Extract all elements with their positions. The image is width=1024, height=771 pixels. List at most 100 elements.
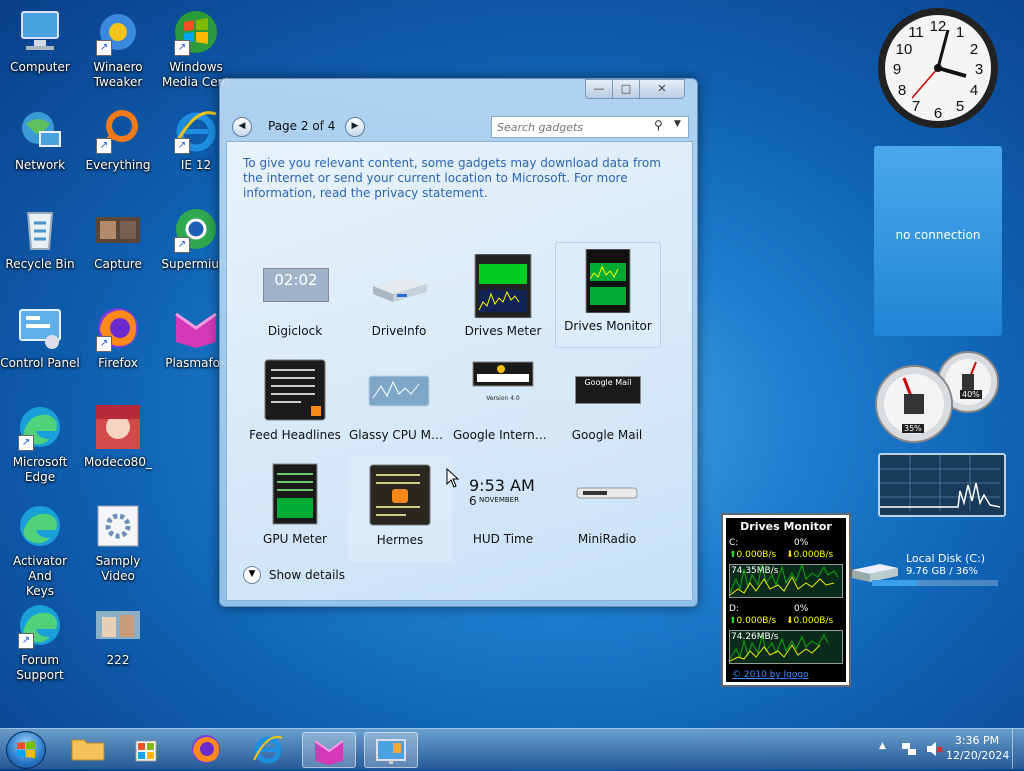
hud-time-text: 9:53 AM <box>469 476 535 495</box>
previous-page-button[interactable]: ◀ <box>232 117 252 137</box>
search-dropdown-arrow-icon[interactable]: ▼ <box>674 119 681 129</box>
desktop-icon-label: Firefox <box>98 356 138 370</box>
gadget-google-international[interactable]: Version 4.0 Google Internati... <box>451 352 555 456</box>
edge-icon: ↗ <box>16 403 64 451</box>
privacy-info-text[interactable]: To give you relevant content, some gadge… <box>243 156 663 201</box>
minimize-button[interactable]: — <box>585 79 613 99</box>
weather-gadget[interactable]: no connection <box>874 146 1002 336</box>
gadget-miniradio[interactable]: MiniRadio <box>555 456 659 560</box>
cpu-meter-gadget[interactable]: 35% 40% <box>872 350 1002 444</box>
author-link[interactable]: © 2010 by Igogo <box>732 670 809 680</box>
desktop-icon-recycle-bin[interactable]: Recycle Bin <box>0 205 80 272</box>
volume-muted-icon[interactable] <box>925 740 943 758</box>
edge-icon: ↗ <box>16 601 64 649</box>
taskbar-gadgets[interactable] <box>364 732 418 768</box>
desktop-icon-label: Modeco80_ <box>84 455 152 469</box>
taskbar-file-explorer[interactable] <box>62 732 114 766</box>
taskbar-microsoft-store[interactable] <box>120 732 172 766</box>
search-box[interactable]: ⚲ ▼ <box>491 116 689 138</box>
drive-d-scale: 74.26MB/s <box>731 632 779 642</box>
svg-text:7: 7 <box>912 98 920 115</box>
desktop-icon-modeco80[interactable]: Modeco80_ <box>78 403 158 470</box>
desktop-icon-label: Recycle Bin <box>5 257 75 271</box>
desktop-icon-computer[interactable]: Computer <box>0 8 80 75</box>
desktop-icon-label: Microsoft Edge <box>12 455 68 484</box>
desktop-icon-label: Forum Support <box>16 653 64 682</box>
search-input[interactable] <box>495 118 649 136</box>
desktop-icon-control-panel[interactable]: Control Panel <box>0 304 80 371</box>
drives-monitor-gadget[interactable]: Drives Monitor C: 0% ⬆0.000B/s ⬇0.000B/s… <box>721 513 851 687</box>
taskbar-plasmafox[interactable] <box>302 732 356 768</box>
gadget-gallery-window[interactable]: — □ ✕ ◀ Page 2 of 4 ▶ ⚲ ▼ To give you re… <box>219 78 698 607</box>
desktop-icon-network[interactable]: Network <box>0 106 80 173</box>
settings-gear-icon <box>94 502 142 550</box>
gadget-feed-headlines[interactable]: Feed Headlines <box>243 352 347 456</box>
drive-name: Local Disk (C:) <box>906 552 986 565</box>
desktop-icon-samply-video[interactable]: Samply Video <box>78 502 158 584</box>
search-icon[interactable]: ⚲ <box>654 118 663 132</box>
miniradio-thumbnail <box>575 462 639 526</box>
everything-search-icon: ↗ <box>94 106 142 154</box>
gadget-drives-monitor[interactable]: Drives Monitor <box>555 242 661 348</box>
gadget-drives-meter[interactable]: Drives Meter <box>451 248 555 352</box>
drive-info-gadget[interactable]: Local Disk (C:) 9.76 GB / 36% <box>850 548 1000 594</box>
svg-text:3: 3 <box>975 61 983 78</box>
gadget-digiclock[interactable]: 02:02 Digiclock <box>243 248 347 352</box>
digiclock-time: 02:02 <box>263 268 329 302</box>
winaero-tweaker-icon: ↗ <box>94 8 142 56</box>
desktop-icon-microsoft-edge[interactable]: ↗ Microsoft Edge <box>0 403 80 485</box>
shortcut-arrow-icon: ↗ <box>18 435 34 451</box>
svg-text:12: 12 <box>930 18 947 35</box>
drive-d-label: D: <box>729 604 739 614</box>
desktop-icon-label: Network <box>14 158 66 172</box>
gadget-label: MiniRadio <box>577 532 637 546</box>
show-details-label: Show details <box>268 568 345 582</box>
gadget-label: Google Internati... <box>453 428 555 442</box>
svg-text:6: 6 <box>934 105 942 122</box>
next-page-button[interactable]: ▶ <box>345 117 365 137</box>
shortcut-arrow-icon: ↗ <box>174 237 190 253</box>
show-details-toggle[interactable]: ▼ Show details <box>243 566 345 584</box>
gadget-hermes[interactable]: Hermes <box>347 456 453 562</box>
desktop-icon-firefox[interactable]: ↗ Firefox <box>78 304 158 371</box>
taskbar-firefox[interactable] <box>180 732 232 766</box>
gpu-meter-thumbnail <box>263 462 327 526</box>
cpu-usage-text: 35% <box>902 424 924 433</box>
network-tray-icon[interactable] <box>900 741 918 757</box>
show-hidden-icons-button[interactable]: ▲ <box>879 741 886 751</box>
driveinfo-thumbnail <box>367 254 431 318</box>
desktop-icon-label: Winaero Tweaker <box>93 60 143 89</box>
hud-time-thumbnail: 9:53 AM 6 NOVEMBER <box>463 462 543 526</box>
clock-time: 3:36 PM <box>954 734 1000 747</box>
gadget-driveinfo[interactable]: DriveInfo <box>347 248 451 352</box>
gadget-glassy-cpu-monitor[interactable]: Glassy CPU Mo... <box>347 352 451 456</box>
desktop-icon-winaero-tweaker[interactable]: ↗ Winaero Tweaker <box>78 8 158 90</box>
maximize-button[interactable]: □ <box>612 79 640 99</box>
network-graph-gadget[interactable] <box>878 453 1006 517</box>
show-desktop-button[interactable] <box>1012 729 1024 769</box>
clock-gadget[interactable]: 12 1 2 3 4 5 6 7 8 9 10 11 <box>876 6 1000 130</box>
gadget-hud-time[interactable]: 9:53 AM 6 NOVEMBER HUD Time <box>451 456 555 560</box>
taskbar-internet-explorer[interactable] <box>242 732 294 766</box>
recycle-bin-icon <box>16 205 64 253</box>
firefox-icon <box>192 735 220 763</box>
desktop-icon-capture[interactable]: Capture <box>78 205 158 272</box>
desktop-icon-forum-support[interactable]: ↗ Forum Support <box>0 601 80 683</box>
drive-d-percent: 0% <box>794 604 809 614</box>
gadget-google-mail[interactable]: Google Mail Google Mail <box>555 352 659 456</box>
svg-text:2: 2 <box>970 41 978 58</box>
shortcut-arrow-icon: ↗ <box>96 138 112 154</box>
system-clock[interactable]: 3:36 PM 12/20/2024 <box>946 733 1009 763</box>
desktop-icon-everything[interactable]: ↗ Everything <box>78 106 158 173</box>
internet-explorer-icon <box>253 736 283 764</box>
drive-d-upload: 0.000B/s <box>736 616 777 626</box>
desktop-icon-label: 222 <box>106 653 130 667</box>
page-indicator: Page 2 of 4 <box>268 119 336 133</box>
close-button[interactable]: ✕ <box>639 79 685 99</box>
shortcut-arrow-icon: ↗ <box>174 40 190 56</box>
start-button[interactable] <box>6 731 46 769</box>
desktop-icon-222[interactable]: 222 <box>78 601 158 668</box>
gadget-gpu-meter[interactable]: GPU Meter <box>243 456 347 560</box>
desktop-icon-label: Activator And Keys <box>12 554 68 598</box>
desktop-icon-activator[interactable]: Activator And Keys <box>0 502 80 599</box>
